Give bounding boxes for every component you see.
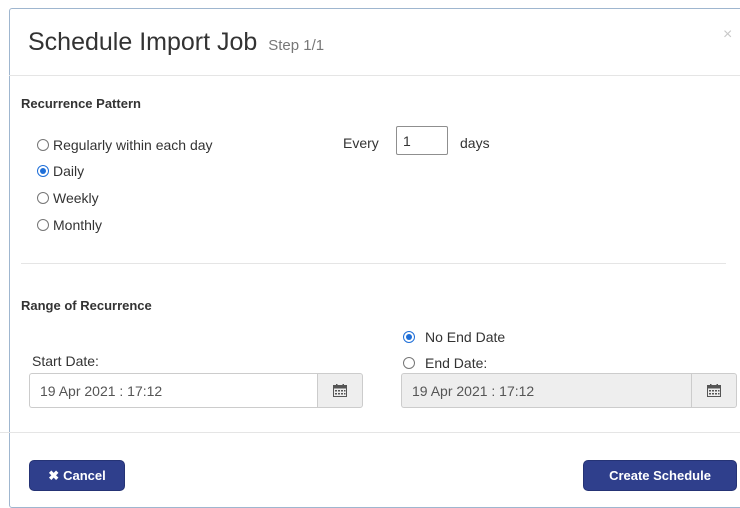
radio-daily[interactable]: Daily: [37, 163, 84, 179]
times-icon: ✖: [48, 468, 60, 483]
end-date-input: [401, 373, 691, 408]
end-date-calendar-button: [691, 373, 737, 408]
radio-end-date-circle[interactable]: [403, 357, 415, 369]
radio-daily-label: Daily: [53, 163, 85, 179]
radio-weekly-label: Weekly: [53, 190, 99, 206]
schedule-dialog: [9, 8, 740, 508]
section-divider: [21, 263, 726, 264]
dialog-step: Step 1/1: [268, 37, 325, 54]
radio-weekly[interactable]: Weekly: [37, 190, 99, 206]
every-days-input[interactable]: [396, 126, 448, 155]
radio-weekly-circle[interactable]: [37, 192, 49, 204]
start-date-label: Start Date:: [32, 353, 99, 369]
radio-end-date-label: End Date:: [425, 355, 488, 371]
start-date-calendar-button[interactable]: [317, 373, 363, 408]
calendar-icon: [707, 384, 721, 397]
radio-monthly-circle[interactable]: [37, 219, 49, 231]
start-date-group: [29, 373, 363, 408]
footer-divider: [0, 432, 740, 433]
every-label: Every: [343, 135, 379, 151]
dialog-title-text: Schedule Import Job: [28, 28, 258, 56]
create-schedule-label: Create Schedule: [609, 468, 711, 483]
radio-no-end-date-circle[interactable]: [403, 331, 415, 343]
radio-regularly-circle[interactable]: [37, 139, 49, 151]
radio-daily-circle[interactable]: [37, 165, 49, 177]
radio-end-date[interactable]: End Date:: [403, 355, 487, 371]
radio-monthly-label: Monthly: [53, 217, 103, 233]
radio-regularly-label: Regularly within each day: [53, 137, 213, 153]
radio-monthly[interactable]: Monthly: [37, 217, 102, 233]
radio-no-end-date-label: No End Date: [425, 329, 506, 345]
radio-regularly[interactable]: Regularly within each day: [37, 137, 213, 153]
range-of-recurrence-title: Range of Recurrence: [21, 298, 152, 313]
radio-no-end-date[interactable]: No End Date: [403, 329, 505, 345]
close-icon[interactable]: ×: [723, 26, 732, 44]
recurrence-pattern-title: Recurrence Pattern: [21, 96, 141, 111]
create-schedule-button[interactable]: Create Schedule: [583, 460, 737, 491]
calendar-icon: [333, 384, 347, 397]
end-date-group: [401, 373, 737, 408]
dialog-header: Schedule Import Job Step 1/1 ×: [9, 8, 740, 76]
cancel-button[interactable]: ✖ Cancel: [29, 460, 125, 491]
days-label: days: [460, 135, 490, 151]
start-date-input[interactable]: [29, 373, 317, 408]
dialog-title: Schedule Import Job Step 1/1: [28, 28, 324, 57]
cancel-button-label: Cancel: [63, 468, 106, 483]
